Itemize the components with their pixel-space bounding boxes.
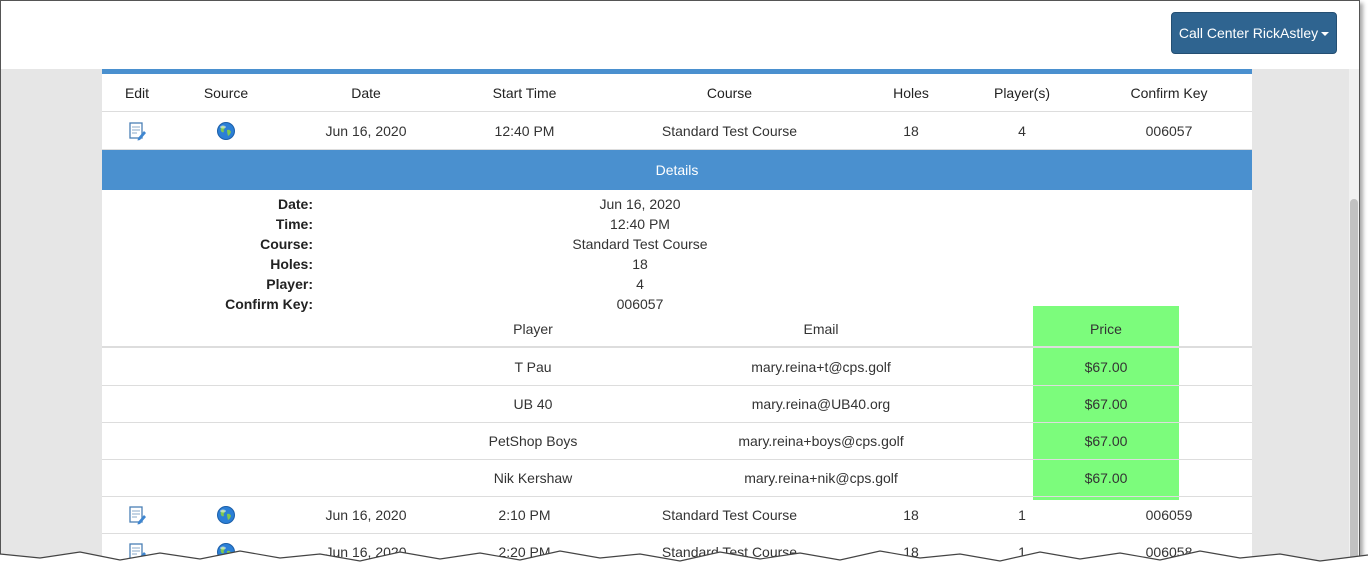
- column-header-source: Source: [203, 84, 249, 101]
- detail-label-player: Player:: [266, 276, 313, 292]
- column-header-players: Player(s): [993, 84, 1050, 101]
- column-header-course: Course: [706, 84, 753, 101]
- detail-value-time: 12:40 PM: [610, 216, 670, 232]
- row-players: 1: [1018, 506, 1026, 523]
- players-column-player: Player: [513, 320, 553, 337]
- column-header-date: Date: [351, 84, 381, 101]
- column-header-edit: Edit: [124, 84, 150, 101]
- reservations-table: Edit Source Date Start Time Course Holes…: [102, 69, 1252, 569]
- row-course: Standard Test Course: [661, 122, 798, 139]
- caret-down-icon: [1321, 32, 1330, 36]
- player-email: mary.reina+nik@cps.golf: [744, 469, 898, 486]
- row-confirm-key: 006057: [1145, 122, 1193, 139]
- row-course: Standard Test Course: [661, 506, 798, 523]
- player-price: $67.00: [1084, 395, 1128, 412]
- player-name: Nik Kershaw: [493, 469, 573, 486]
- player-price: $67.00: [1084, 432, 1128, 449]
- table-row[interactable]: Jun 16, 2020 2:10 PM Standard Test Cours…: [102, 496, 1252, 534]
- edit-cell: [102, 112, 172, 149]
- app-frame: Call Center RickAstley Edit Source Date …: [0, 0, 1360, 570]
- column-header-confirm-key: Confirm Key: [1130, 84, 1208, 101]
- row-start-time: 12:40 PM: [494, 122, 555, 139]
- source-cell: [172, 112, 280, 149]
- detail-label-holes: Holes:: [270, 256, 313, 272]
- player-row: PetShop Boys mary.reina+boys@cps.golf $6…: [102, 422, 1252, 460]
- edit-cell: [102, 496, 172, 533]
- row-date: Jun 16, 2020: [325, 506, 407, 523]
- row-players: 4: [1018, 122, 1026, 139]
- row-date: Jun 16, 2020: [325, 122, 407, 139]
- row-holes: 18: [903, 122, 919, 139]
- edit-note-icon[interactable]: [127, 121, 147, 141]
- user-menu-button[interactable]: Call Center RickAstley: [1171, 12, 1337, 54]
- row-confirm-key: 006059: [1145, 506, 1193, 523]
- player-price: $67.00: [1084, 469, 1128, 486]
- detail-label-course: Course:: [260, 236, 313, 252]
- edit-note-icon[interactable]: [127, 505, 147, 525]
- detail-value-date: Jun 16, 2020: [599, 196, 681, 212]
- player-email: mary.reina@UB40.org: [751, 395, 891, 412]
- player-row: T Pau mary.reina+t@cps.golf $67.00: [102, 348, 1252, 386]
- player-row: UB 40 mary.reina@UB40.org $67.00: [102, 385, 1252, 423]
- detail-label-date: Date:: [277, 196, 313, 212]
- scrollbar-thumb[interactable]: [1350, 199, 1358, 569]
- source-cell: [172, 496, 280, 533]
- player-name: T Pau: [514, 358, 552, 375]
- player-email: mary.reina+t@cps.golf: [751, 358, 891, 375]
- user-menu-label: Call Center RickAstley: [1178, 25, 1319, 41]
- top-bar: Call Center RickAstley: [1, 1, 1359, 69]
- scrollbar-track[interactable]: [1349, 69, 1359, 569]
- globe-icon: [217, 121, 235, 140]
- torn-edge-decoration: [0, 550, 1368, 578]
- column-header-start-time: Start Time: [492, 84, 557, 101]
- detail-label-time: Time:: [275, 216, 313, 232]
- column-header-holes: Holes: [893, 84, 929, 101]
- players-column-price: Price: [1090, 320, 1122, 337]
- detail-value-player: 4: [636, 276, 644, 292]
- player-name: PetShop Boys: [488, 432, 578, 449]
- table-row[interactable]: Jun 16, 2020 12:40 PM Standard Test Cour…: [102, 112, 1252, 150]
- player-name: UB 40: [513, 395, 553, 412]
- table-header: Edit Source Date Start Time Course Holes…: [102, 74, 1252, 112]
- player-row: Nik Kershaw mary.reina+nik@cps.golf $67.…: [102, 459, 1252, 497]
- globe-icon: [217, 505, 235, 524]
- player-email: mary.reina+boys@cps.golf: [738, 432, 904, 449]
- details-header: Details: [102, 150, 1252, 190]
- row-holes: 18: [903, 506, 919, 523]
- player-price: $67.00: [1084, 358, 1128, 375]
- players-table-header: Player Email Price: [102, 310, 1252, 348]
- detail-value-course: Standard Test Course: [572, 236, 708, 252]
- row-start-time: 2:10 PM: [498, 506, 551, 523]
- detail-value-holes: 18: [632, 256, 648, 272]
- players-column-email: Email: [803, 320, 839, 337]
